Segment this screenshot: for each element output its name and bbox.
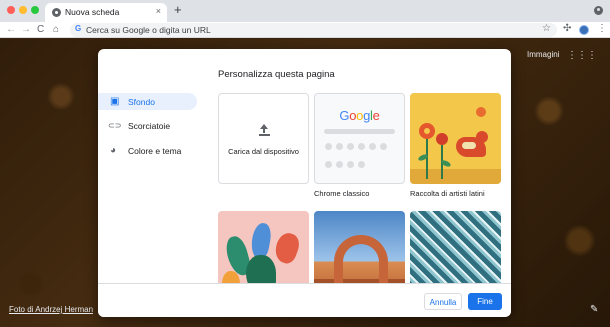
dialog-footer: Annulla Fine (98, 283, 511, 317)
chrome-classic-tile[interactable]: Google (314, 93, 405, 184)
browser-toolbar: ← → C ⌂ G Cerca su Google o digita un UR… (0, 22, 610, 38)
reload-icon[interactable]: C (37, 23, 44, 36)
maximize-window-button[interactable] (31, 6, 39, 14)
close-window-button[interactable] (7, 6, 15, 14)
tab-title: Nuova scheda (65, 7, 120, 17)
menu-item-shortcuts[interactable]: ⊂⊃ Scorciatoie (98, 117, 197, 134)
chrome-classic-label: Chrome classico (314, 189, 370, 198)
minimize-window-button[interactable] (19, 6, 27, 14)
omnibox[interactable]: G Cerca su Google o digita un URL ☆ (70, 23, 557, 37)
upload-from-device-tile[interactable]: Carica dal dispositivo (218, 93, 309, 184)
bookmark-star-icon[interactable]: ☆ (542, 23, 551, 34)
customize-pencil-icon[interactable]: ✎ (590, 304, 598, 315)
photo-credit[interactable]: Foto di Andrzej Herman (9, 305, 93, 314)
chrome-favicon-icon (52, 8, 61, 17)
tab-close-icon[interactable]: × (156, 6, 161, 16)
profile-avatar[interactable] (579, 25, 589, 35)
search-bar-preview (324, 129, 395, 134)
link-icon: ⊂⊃ (108, 121, 122, 130)
dialog-title: Personalizza questa pagina (218, 69, 335, 80)
photo-credit-link[interactable]: Foto di Andrzej Herman (9, 305, 93, 314)
forward-icon[interactable]: → (21, 23, 31, 36)
google-logo: Google (339, 108, 380, 123)
chrome-menu-icon[interactable]: ⋮ (597, 23, 607, 34)
tab-new-tab[interactable]: Nuova scheda × (45, 3, 167, 22)
latin-artists-collection-tile[interactable] (410, 93, 501, 184)
menu-item-background[interactable]: ▣ Sfondo (98, 93, 197, 110)
back-icon[interactable]: ← (6, 23, 16, 36)
done-button[interactable]: Fine (468, 293, 502, 310)
shortcut-dots-preview (325, 143, 397, 179)
menu-item-label: Scorciatoie (128, 121, 171, 131)
home-icon[interactable]: ⌂ (53, 23, 59, 36)
extensions-icon[interactable]: ✣ (563, 23, 571, 34)
images-link[interactable]: Immagini (527, 50, 559, 59)
upload-icon (259, 124, 270, 136)
tab-search-icon[interactable] (594, 6, 603, 15)
upload-label: Carica dal dispositivo (228, 147, 299, 156)
new-tab-button[interactable]: + (174, 3, 182, 17)
omnibox-placeholder: Cerca su Google o digita un URL (86, 25, 211, 35)
image-icon: ▣ (110, 96, 120, 107)
menu-item-color-theme[interactable]: ◕ Colore e tema (98, 142, 197, 159)
menu-item-label: Colore e tema (128, 146, 182, 156)
customize-dialog: Personalizza questa pagina ▣ Sfondo ⊂⊃ S… (98, 49, 511, 317)
google-g-icon: G (75, 24, 82, 33)
menu-item-label: Sfondo (128, 97, 155, 107)
latin-artists-label: Raccolta di artisti latini (410, 189, 485, 198)
palette-icon: ◕ (110, 145, 117, 156)
apps-grid-icon[interactable]: ⋮⋮⋮ (567, 50, 597, 61)
title-bar: Nuova scheda × + (0, 0, 610, 22)
cancel-button[interactable]: Annulla (424, 293, 462, 310)
